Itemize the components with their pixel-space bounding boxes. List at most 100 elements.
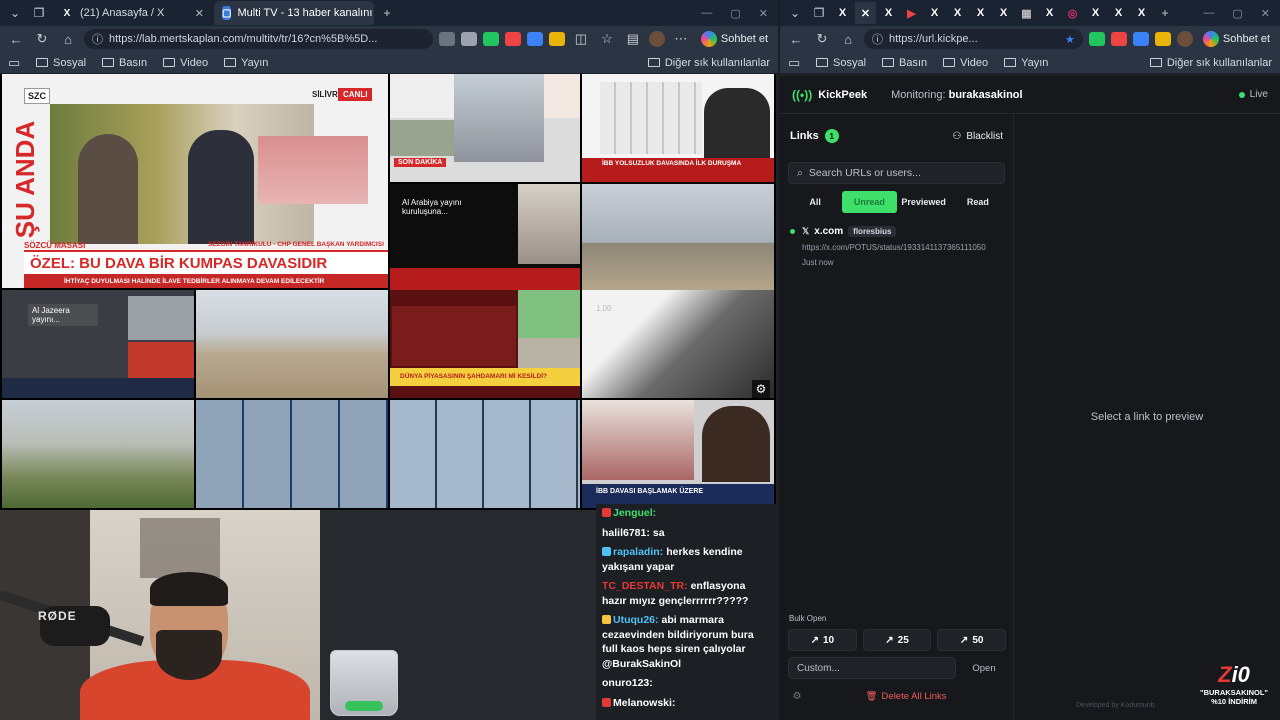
chat-username[interactable]: halil6781: — [602, 527, 650, 539]
filter-read[interactable]: Read — [951, 191, 1005, 213]
bookmark-folder-basin[interactable]: Basın — [882, 57, 927, 69]
extension-icon[interactable] — [548, 32, 565, 46]
workspaces-icon[interactable]: ❐ — [808, 2, 830, 24]
home-icon[interactable]: ⌂ — [838, 32, 858, 47]
tab-multitv[interactable]: ▢ Multi TV - 13 haber kanalını aynı a ✕ — [214, 1, 374, 25]
extension-icon[interactable] — [1110, 32, 1127, 46]
workspaces-icon[interactable]: ❐ — [28, 2, 50, 24]
favorite-star-icon[interactable]: ★ — [1065, 33, 1075, 46]
tab-youtube[interactable]: ▶ — [901, 2, 922, 24]
extension-icon[interactable] — [1088, 32, 1105, 46]
tab-x[interactable]: X — [947, 2, 968, 24]
chat-username[interactable]: rapaladin: — [613, 546, 663, 558]
tab-x[interactable]: X — [1039, 2, 1060, 24]
bookmark-folder-sosyal[interactable]: Sosyal — [36, 57, 86, 69]
tab-active-kickpeek[interactable]: ✕ — [855, 2, 876, 24]
back-icon[interactable]: ← — [6, 32, 26, 47]
new-tab-icon[interactable]: + — [1154, 2, 1176, 24]
tv-cell-ibb-dava[interactable]: İBB DAVASI BAŞLAMAK ÜZERE — [582, 400, 774, 508]
bulk-open-50-button[interactable]: ↗ 50 — [937, 629, 1007, 651]
tv-cell-news-1[interactable]: SON DAKİKA — [390, 74, 580, 182]
split-screen-icon[interactable]: ◫ — [571, 31, 591, 47]
blacklist-button[interactable]: ⚇ Blacklist — [952, 131, 1003, 142]
minimize-icon[interactable]: — — [1203, 7, 1214, 20]
tv-cell-dunya[interactable]: DÜNYA PİYASASININ ŞAHDAMARI Mİ KESİLDİ? — [390, 290, 580, 398]
reading-list-icon[interactable]: ▭ — [8, 55, 20, 71]
close-tab-icon[interactable]: ✕ — [195, 7, 204, 20]
close-window-icon[interactable]: ✕ — [1261, 7, 1270, 20]
tv-cell-panorama[interactable] — [2, 400, 194, 508]
maximize-icon[interactable]: ▢ — [1232, 7, 1242, 20]
tab-x[interactable]: X — [1108, 2, 1129, 24]
tv-cell-szc[interactable]: SZC SİLİVRİ CANLI ŞU ANDA SÖZCÜ MASASI S… — [2, 74, 388, 288]
tab-x[interactable]: X — [970, 2, 991, 24]
tab-x-home[interactable]: X (21) Anasayfa / X ✕ — [52, 1, 212, 25]
other-favorites[interactable]: Diğer sık kullanılanlar — [647, 57, 770, 69]
tv-cell-al-arabiya[interactable]: Al Arabiya yayını kuruluşuna... — [390, 184, 580, 290]
tab-x[interactable]: X — [832, 2, 853, 24]
tab-x[interactable]: X — [924, 2, 945, 24]
home-icon[interactable]: ⌂ — [58, 32, 78, 47]
settings-icon[interactable]: ⚙ — [788, 691, 806, 702]
bookmark-folder-yayin[interactable]: Yayın — [1004, 57, 1048, 69]
bookmark-folder-sosyal[interactable]: Sosyal — [816, 57, 866, 69]
more-icon[interactable]: ⋯ — [671, 31, 691, 47]
extension-icon[interactable] — [482, 32, 499, 46]
tv-cell-al-jazeera[interactable]: Al Jazeera yayını... — [2, 290, 194, 398]
open-button[interactable]: Open — [962, 657, 1006, 679]
tv-cell-ibb[interactable]: İBB YOLSUZLUK DAVASINDA İLK DURUŞMA — [582, 74, 774, 182]
filter-previewed[interactable]: Previewed — [897, 191, 951, 213]
tab-site[interactable]: ▦ — [1016, 2, 1037, 24]
extension-icon[interactable] — [438, 32, 455, 46]
copilot-button[interactable]: Sohbet et — [1199, 31, 1274, 47]
bulk-open-25-button[interactable]: ↗ 25 — [862, 629, 932, 651]
favorites-icon[interactable]: ☆ — [597, 31, 617, 47]
tv-cell-drone-footage[interactable]: 1.00 ⚙ — [582, 290, 774, 398]
minimize-icon[interactable]: — — [701, 7, 712, 20]
close-window-icon[interactable]: ✕ — [759, 7, 768, 20]
tab-x[interactable]: X — [1131, 2, 1152, 24]
bookmark-folder-yayin[interactable]: Yayın — [224, 57, 268, 69]
custom-count-input[interactable]: Custom... — [788, 657, 956, 679]
collections-icon[interactable]: ▤ — [623, 31, 643, 47]
tab-x[interactable]: X — [1085, 2, 1106, 24]
filter-unread[interactable]: Unread — [842, 191, 897, 213]
url-field[interactable]: ⓘ https://lab.mertskaplan.com/multitv/tr… — [84, 29, 433, 49]
extension-icon[interactable] — [1132, 32, 1149, 46]
bookmark-folder-basin[interactable]: Basın — [102, 57, 147, 69]
copilot-button[interactable]: Sohbet et — [697, 31, 772, 47]
refresh-icon[interactable]: ↻ — [812, 31, 832, 47]
filter-all[interactable]: All — [788, 191, 842, 213]
extension-icon[interactable] — [1154, 32, 1171, 46]
extension-icon[interactable] — [526, 32, 543, 46]
tv-cell-city-view[interactable] — [196, 290, 388, 398]
chat-username[interactable]: Utuqu26: — [613, 614, 659, 626]
chat-username[interactable]: onuro123: — [602, 677, 653, 689]
tv-cell-webcams-2[interactable] — [390, 400, 580, 508]
maximize-icon[interactable]: ▢ — [730, 7, 740, 20]
profile-avatar[interactable] — [648, 31, 665, 47]
info-icon[interactable]: ⓘ — [872, 31, 883, 47]
link-list-item[interactable]: 𝕏 x.com floresbius https://x.com/POTUS/s… — [788, 226, 1005, 267]
extension-icon[interactable] — [460, 32, 477, 46]
bookmark-folder-video[interactable]: Video — [943, 57, 988, 69]
url-field[interactable]: ⓘ https://url.kickpe... ★ — [864, 29, 1083, 49]
other-favorites[interactable]: Diğer sık kullanılanlar — [1149, 57, 1272, 69]
tab-actions-icon[interactable]: ⌄ — [4, 2, 26, 24]
refresh-icon[interactable]: ↻ — [32, 31, 52, 47]
tab-x[interactable]: X — [878, 2, 899, 24]
tv-cell-skyline-1[interactable] — [582, 184, 774, 290]
tab-x[interactable]: X — [993, 2, 1014, 24]
new-tab-icon[interactable]: + — [376, 2, 398, 24]
tab-instagram[interactable]: ◎ — [1062, 2, 1083, 24]
search-input[interactable]: ⌕ Search URLs or users... — [788, 162, 1005, 184]
bookmark-folder-video[interactable]: Video — [163, 57, 208, 69]
tab-actions-icon[interactable]: ⌄ — [784, 2, 806, 24]
bulk-open-10-button[interactable]: ↗ 10 — [788, 629, 857, 651]
tv-cell-webcams-1[interactable] — [196, 400, 388, 508]
settings-gear-icon[interactable]: ⚙ — [752, 380, 770, 398]
chat-username[interactable]: Jenguel: — [613, 507, 656, 519]
reading-list-icon[interactable]: ▭ — [788, 55, 800, 71]
extension-icon[interactable] — [504, 32, 521, 46]
info-icon[interactable]: ⓘ — [92, 31, 103, 47]
